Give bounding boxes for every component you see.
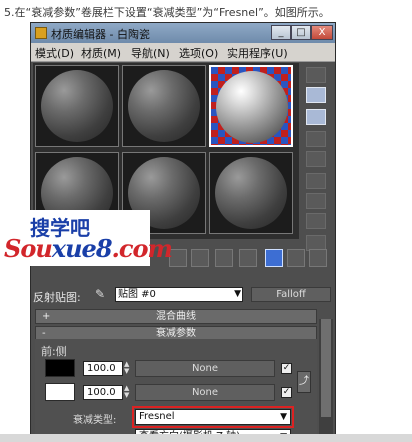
sample-sphere: [216, 71, 288, 143]
sample-slot[interactable]: [35, 65, 119, 147]
maximize-button[interactable]: □: [291, 25, 311, 40]
menu-bar: 模式(D) 材质(M) 导航(N) 选项(O) 实用程序(U): [31, 43, 335, 62]
rollout-title: 衰减参数: [156, 328, 196, 339]
sample-sphere: [215, 157, 287, 229]
reflection-map-row: 反射贴图: ✎ 贴图 #0 ▼ Falloff: [31, 285, 335, 307]
title-bar[interactable]: 材质编辑器 - 白陶瓷 _ □ X: [31, 23, 335, 43]
backlight-icon[interactable]: [306, 87, 326, 103]
map-name-value: 贴图 #0: [118, 289, 156, 300]
show-end-result-icon[interactable]: [287, 249, 305, 267]
watermark-sou: Sou: [4, 234, 53, 263]
video-color-icon[interactable]: [306, 151, 326, 167]
menu-navigation[interactable]: 导航(N): [131, 45, 170, 61]
swap-colors-icon[interactable]: ⤴: [297, 371, 311, 393]
sample-slot[interactable]: [122, 65, 206, 147]
window-title: 材质编辑器 - 白陶瓷: [51, 28, 150, 41]
watermark-logo: 搜学吧 Souxue8.com: [0, 210, 173, 266]
sample-sphere: [41, 70, 113, 142]
show-in-viewport-icon[interactable]: [265, 249, 283, 267]
app-icon: [35, 27, 47, 39]
watermark-com: .com: [111, 234, 173, 263]
front-map-checkbox[interactable]: ✓: [281, 363, 292, 374]
chevron-down-icon: ▼: [234, 289, 241, 299]
sample-slot[interactable]: [209, 152, 293, 234]
make-unique-icon[interactable]: [191, 249, 209, 267]
side-color-swatch[interactable]: [45, 383, 75, 401]
map-name-select[interactable]: 贴图 #0 ▼: [115, 287, 243, 302]
panel-scrollbar[interactable]: [319, 319, 333, 439]
sample-sphere: [128, 70, 200, 142]
material-id-icon[interactable]: [239, 249, 257, 267]
spinner-arrows-icon[interactable]: ▲ ▼: [124, 385, 132, 400]
side-map-checkbox[interactable]: ✓: [281, 387, 292, 398]
falloff-type-label: 衰减类型:: [73, 415, 117, 426]
menu-options[interactable]: 选项(O): [179, 45, 218, 61]
spinner-arrows-icon[interactable]: ▲ ▼: [124, 361, 132, 376]
watermark-xue8: xue8: [51, 234, 113, 263]
falloff-params-panel: 前:侧 100.0 ▲ ▼ None ✓ 100.0 ▲ ▼ None ✓ ⤴ 衰减…: [35, 339, 317, 439]
scrollbar-thumb[interactable]: [321, 319, 331, 417]
menu-mode[interactable]: 模式(D): [35, 45, 74, 61]
rollout-title: 混合曲线: [156, 311, 196, 322]
sample-type-icon[interactable]: [306, 67, 326, 83]
map-label: 反射贴图:: [33, 291, 81, 304]
options-icon[interactable]: [306, 193, 326, 209]
map-type-button[interactable]: Falloff: [251, 287, 331, 302]
eyedropper-icon[interactable]: ✎: [95, 287, 109, 303]
close-button[interactable]: X: [311, 25, 333, 40]
background-icon[interactable]: [306, 109, 326, 125]
sample-uv-icon[interactable]: [306, 131, 326, 147]
menu-material[interactable]: 材质(M): [81, 45, 121, 61]
watermark-line2: Souxue8.com: [4, 234, 173, 263]
sample-slot-active[interactable]: [209, 65, 293, 147]
put-to-library-icon[interactable]: [215, 249, 233, 267]
mix-curve-rollout[interactable]: + 混合曲线: [35, 309, 317, 324]
expand-icon: +: [42, 311, 51, 322]
page-bottom-strip: [0, 434, 412, 442]
go-to-parent-icon[interactable]: [309, 249, 327, 267]
front-map-button[interactable]: None: [135, 360, 275, 377]
side-map-button[interactable]: None: [135, 384, 275, 401]
front-amount-field[interactable]: 100.0: [83, 361, 123, 376]
caption-text: 5.在“衰减参数”卷展栏下设置“衰减类型”为“Fresnel”。如图所示。: [4, 6, 330, 19]
make-preview-icon[interactable]: [306, 173, 326, 189]
side-toolbar: [303, 65, 331, 265]
menu-utilities[interactable]: 实用程序(U): [227, 45, 288, 61]
front-color-swatch[interactable]: [45, 359, 75, 377]
front-side-group-label: 前:侧: [41, 345, 67, 358]
minimize-button[interactable]: _: [271, 25, 291, 40]
side-amount-field[interactable]: 100.0: [83, 385, 123, 400]
highlight-box: [132, 406, 294, 428]
select-by-material-icon[interactable]: [306, 213, 326, 229]
